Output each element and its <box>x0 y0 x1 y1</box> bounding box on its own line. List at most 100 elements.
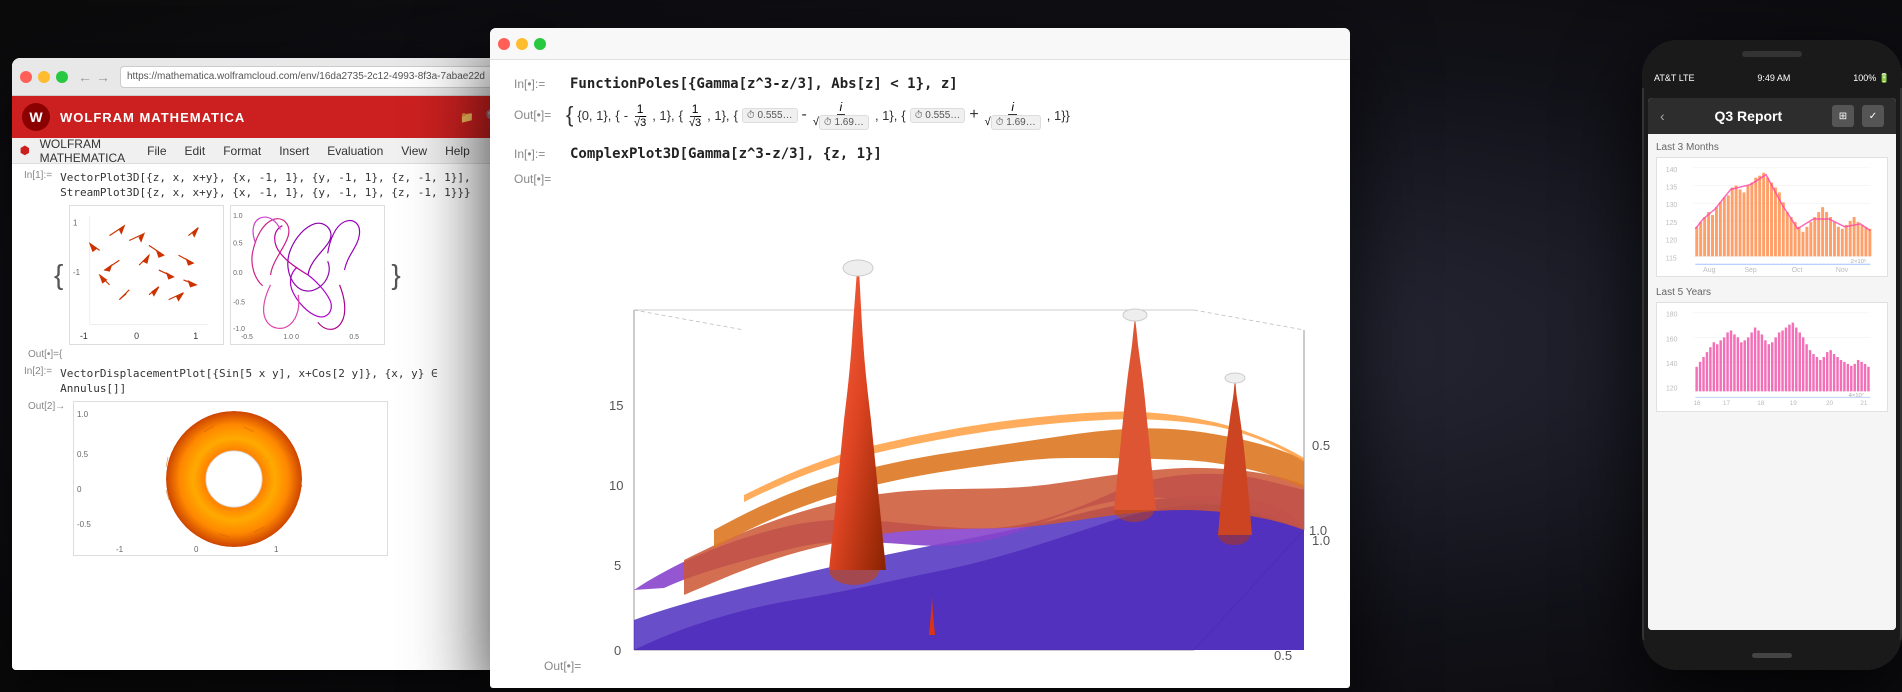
center-in2-label: In[•]:= <box>514 147 564 161</box>
svg-text:140: 140 <box>1666 167 1678 174</box>
cell2-label: In[2]:= <box>24 366 52 377</box>
window-left: ← → https://mathematica.wolframcloud.com… <box>12 58 512 670</box>
phone-time: 9:49 AM <box>1757 73 1790 83</box>
out1-label: Out[•]={ <box>28 349 62 360</box>
sidebar-label-vectors: WOLFRAM MATHEMATICA <box>40 137 126 165</box>
phone-grid-icon[interactable]: ⊞ <box>1832 105 1854 127</box>
phone-carrier: AT&T LTE <box>1654 73 1695 83</box>
center-out2-label: Out[•]= <box>514 172 558 186</box>
close-button[interactable] <box>20 71 32 83</box>
center-notebook-content: In[•]:= FunctionPoles[{Gamma[z^3-z/3], A… <box>490 60 1350 688</box>
svg-text:0: 0 <box>135 331 140 341</box>
center-cell2-input: In[•]:= ComplexPlot3D[Gamma[z^3-z/3], {z… <box>514 146 1326 162</box>
center-cell1-input: In[•]:= FunctionPoles[{Gamma[z^3-z/3], A… <box>514 76 1326 92</box>
center-in1-code: FunctionPoles[{Gamma[z^3-z/3], Abs[z] < … <box>570 76 958 92</box>
svg-text:1: 1 <box>73 218 77 227</box>
svg-text:-1: -1 <box>73 268 80 277</box>
browser-navigation: ← → <box>78 69 110 85</box>
menu-evaluation[interactable]: Evaluation <box>319 142 391 160</box>
svg-text:115: 115 <box>1666 255 1677 262</box>
svg-text:-1.0: -1.0 <box>233 326 245 333</box>
svg-text:0.5: 0.5 <box>77 450 89 459</box>
svg-text:1.0: 1.0 <box>284 334 294 341</box>
chart2-title: Last 5 Years <box>1656 287 1888 298</box>
svg-text:16: 16 <box>1693 400 1701 407</box>
url-bar[interactable]: https://mathematica.wolframcloud.com/env… <box>120 66 500 88</box>
svg-text:21: 21 <box>1860 400 1868 407</box>
svg-text:1: 1 <box>194 331 199 341</box>
cell1-code2: StreamPlot3D[{z, x, x+y}, {x, -1, 1}, {y… <box>60 185 471 200</box>
phone-back-icon[interactable]: ‹ <box>1660 108 1665 124</box>
cell1-label: In[1]:= <box>24 170 52 181</box>
menu-insert[interactable]: Insert <box>271 142 317 160</box>
minimize-button[interactable] <box>38 71 50 83</box>
url-text: https://mathematica.wolframcloud.com/env… <box>127 71 485 82</box>
spinner-badge-4: ⏱ 1.69… <box>991 115 1041 130</box>
menu-format[interactable]: Format <box>215 142 269 160</box>
window-center: In[•]:= FunctionPoles[{Gamma[z^3-z/3], A… <box>490 28 1350 688</box>
back-arrow-icon[interactable]: ← <box>78 69 92 85</box>
center-minimize-button[interactable] <box>516 38 528 50</box>
center-out1-label: Out[•]= <box>514 108 558 122</box>
menu-help[interactable]: Help <box>437 142 478 160</box>
center-in1-label: In[•]:= <box>514 77 564 91</box>
cell1-code1: VectorPlot3D[{z, x, x+y}, {x, -1, 1}, {y… <box>60 170 471 185</box>
forward-arrow-icon[interactable]: → <box>96 69 110 85</box>
svg-text:140: 140 <box>1666 361 1678 368</box>
menu-edit[interactable]: Edit <box>177 142 214 160</box>
svg-text:18: 18 <box>1757 400 1765 407</box>
svg-text:120: 120 <box>1666 385 1678 392</box>
vector-plot3d: 0 1 -1 <box>69 205 224 345</box>
wolfram-logo-icon: W <box>22 103 50 131</box>
svg-text:125: 125 <box>1666 220 1678 227</box>
app-title: WOLFRAM MATHEMATICA <box>60 110 450 125</box>
svg-text:-0.5: -0.5 <box>241 334 253 341</box>
svg-text:0.5: 0.5 <box>233 240 243 247</box>
svg-text:135: 135 <box>1666 184 1678 191</box>
maximize-button[interactable] <box>56 71 68 83</box>
svg-text:0.0: 0.0 <box>233 270 243 277</box>
phone-screen: ‹ Q3 Report ⊞ ✓ Last 3 Months <box>1648 98 1896 630</box>
cell1-input: In[1]:= VectorPlot3D[{z, x, x+y}, {x, -1… <box>24 170 500 201</box>
center-out2-label-row: Out[•]= <box>514 172 1326 186</box>
svg-text:130: 130 <box>1666 202 1678 209</box>
svg-text:1: 1 <box>274 545 279 554</box>
phone-content: Last 3 Months 140 135 130 1 <box>1648 134 1896 630</box>
complex-plot3d: 0 5 10 15 1.0 0.5 1.0 0.5 Out[•]= <box>514 230 1334 688</box>
svg-text:0: 0 <box>194 545 199 554</box>
svg-text:17: 17 <box>1723 400 1731 407</box>
phone-frame: AT&T LTE 9:49 AM 100% 🔋 ‹ Q3 Report ⊞ ✓ … <box>1642 40 1902 670</box>
svg-text:20: 20 <box>1826 400 1834 407</box>
svg-text:4×10⁷: 4×10⁷ <box>1849 392 1864 399</box>
svg-text:0: 0 <box>77 485 82 494</box>
svg-text:Out[•]=: Out[•]= <box>544 659 581 673</box>
sidebar-item-vectors: ⬢ <box>20 144 30 157</box>
menu-view[interactable]: View <box>393 142 435 160</box>
phone-battery: 100% 🔋 <box>1853 73 1890 84</box>
svg-text:160: 160 <box>1666 336 1678 343</box>
phone-status-bar: AT&T LTE 9:49 AM 100% 🔋 <box>1642 68 1902 88</box>
cloud-folder-icon[interactable]: 📁 <box>460 111 474 124</box>
phone-nav-bar: ‹ Q3 Report ⊞ ✓ <box>1648 98 1896 134</box>
spinner-badge-3: ⏱ 0.555… <box>910 108 966 123</box>
chart2-section: Last 5 Years 180 160 140 120 <box>1656 287 1888 412</box>
menu-file[interactable]: File <box>139 142 174 160</box>
svg-text:2×10⁵: 2×10⁵ <box>1851 258 1867 265</box>
torus-plot: 1.0 0.5 0 -0.5 -1 0 1 <box>73 401 388 556</box>
svg-text:0.5: 0.5 <box>1312 438 1330 453</box>
center-in2-code: ComplexPlot3D[Gamma[z^3-z/3], {z, 1}] <box>570 146 882 162</box>
menu-bar: ⬢ WOLFRAM MATHEMATICA File Edit Format I… <box>12 138 512 164</box>
chart2-area: 180 160 140 120 <box>1656 302 1888 412</box>
svg-text:15: 15 <box>609 398 623 413</box>
phone-nav-icons: ⊞ ✓ <box>1832 105 1884 127</box>
center-close-button[interactable] <box>498 38 510 50</box>
spinner-badge-2: ⏱ 1.69… <box>819 115 869 130</box>
svg-text:Nov: Nov <box>1836 267 1849 274</box>
torus-area: Out[2]→ 1.0 0.5 0 -0.5 -1 0 1 <box>24 401 500 556</box>
center-maximize-button[interactable] <box>534 38 546 50</box>
svg-text:19: 19 <box>1790 400 1798 407</box>
svg-text:120: 120 <box>1666 238 1678 245</box>
svg-text:0: 0 <box>614 643 621 658</box>
out2-label: Out[2]→ <box>28 401 65 412</box>
phone-check-icon[interactable]: ✓ <box>1862 105 1884 127</box>
